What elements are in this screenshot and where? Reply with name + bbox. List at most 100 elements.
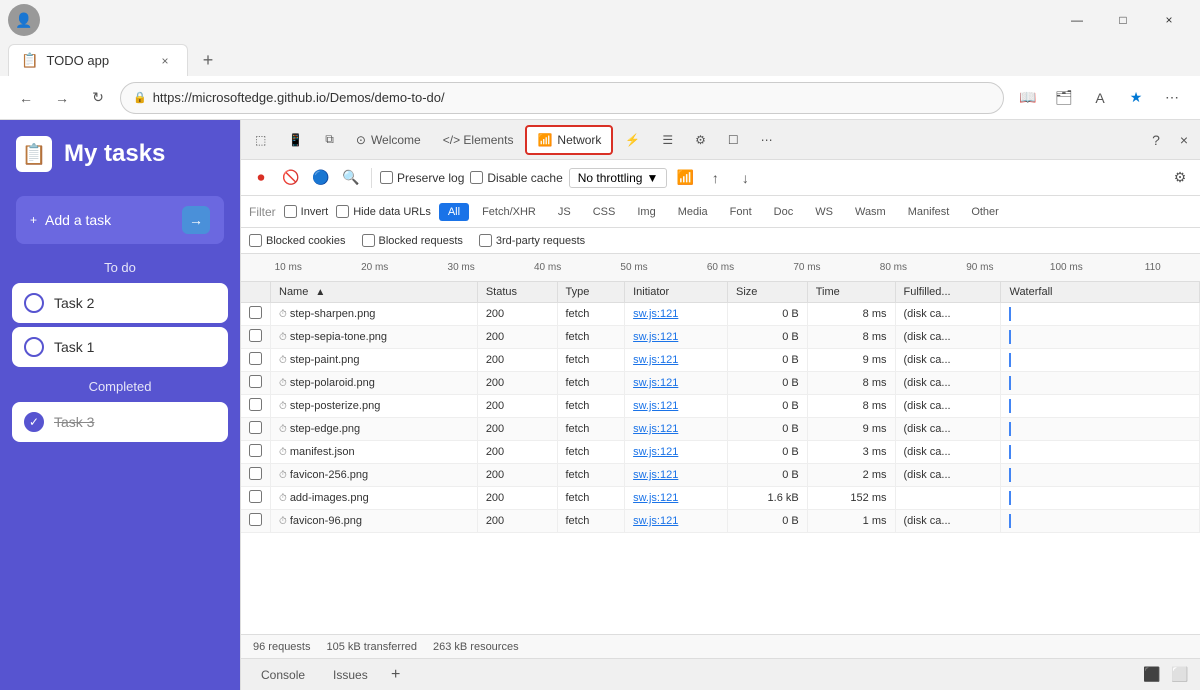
clear-button[interactable]: 🚫 xyxy=(279,166,303,190)
th-status[interactable]: Status xyxy=(477,282,557,303)
blocked-cookies-checkbox[interactable]: Blocked cookies xyxy=(249,234,346,247)
tab-inspect[interactable]: ⬚ xyxy=(245,127,276,153)
profile-icon[interactable]: 👤 xyxy=(8,4,40,36)
bottom-tab-issues[interactable]: Issues xyxy=(321,664,380,686)
tab-welcome[interactable]: ⊙ Welcome xyxy=(346,127,431,153)
invert-checkbox[interactable]: Invert xyxy=(284,205,329,218)
table-row[interactable]: ⏱manifest.json 200 fetch sw.js:121 0 B 3… xyxy=(241,441,1200,464)
bottom-tab-console[interactable]: Console xyxy=(249,664,317,686)
table-row[interactable]: ⏱step-sepia-tone.png 200 fetch sw.js:121… xyxy=(241,326,1200,349)
network-table[interactable]: Name ▲ Status Type Initiator Size Time F… xyxy=(241,282,1200,634)
filter-tag-media[interactable]: Media xyxy=(669,203,717,221)
hide-data-urls-input[interactable] xyxy=(336,205,349,218)
minimize-button[interactable]: — xyxy=(1054,4,1100,36)
cell-initiator[interactable]: sw.js:121 xyxy=(625,418,728,441)
collections-button[interactable]: 🗂 xyxy=(1048,82,1080,114)
cell-check[interactable] xyxy=(241,349,271,372)
favorites-button[interactable]: ★ xyxy=(1120,82,1152,114)
refresh-button[interactable]: ↻ xyxy=(84,84,112,112)
blocked-requests-checkbox[interactable]: Blocked requests xyxy=(362,234,463,247)
task-item-task1[interactable]: Task 1 xyxy=(12,327,228,367)
filter-tag-all[interactable]: All xyxy=(439,203,469,221)
tab-elements[interactable]: </> Elements xyxy=(433,127,524,153)
record-button[interactable]: ⏺ xyxy=(249,166,273,190)
dock-button[interactable]: ⬛ xyxy=(1140,663,1164,687)
task-item-task2[interactable]: Task 2 xyxy=(12,283,228,323)
table-row[interactable]: ⏱step-polaroid.png 200 fetch sw.js:121 0… xyxy=(241,372,1200,395)
invert-input[interactable] xyxy=(284,205,297,218)
cell-initiator[interactable]: sw.js:121 xyxy=(625,372,728,395)
add-task-button[interactable]: + Add a task → xyxy=(16,196,224,244)
devtools-help-button[interactable]: ? xyxy=(1144,128,1168,152)
forward-button[interactable]: → xyxy=(48,84,76,112)
cell-initiator[interactable]: sw.js:121 xyxy=(625,441,728,464)
third-party-checkbox[interactable]: 3rd-party requests xyxy=(479,234,585,247)
th-waterfall[interactable]: Waterfall xyxy=(1001,282,1200,303)
filter-tag-font[interactable]: Font xyxy=(721,203,761,221)
tab-more[interactable]: ⋯ xyxy=(751,127,783,153)
cell-initiator[interactable]: sw.js:121 xyxy=(625,464,728,487)
tab-device[interactable]: 📱 xyxy=(278,127,313,153)
cell-initiator[interactable]: sw.js:121 xyxy=(625,303,728,326)
undock-button[interactable]: ⬜ xyxy=(1168,663,1192,687)
filter-tag-doc[interactable]: Doc xyxy=(765,203,803,221)
back-button[interactable]: ← xyxy=(12,84,40,112)
maximize-button[interactable]: □ xyxy=(1100,4,1146,36)
read-mode-button[interactable]: 📖 xyxy=(1012,82,1044,114)
filter-tag-fetch[interactable]: Fetch/XHR xyxy=(473,203,545,221)
search-button[interactable]: 🔍 xyxy=(339,166,363,190)
filter-tag-other[interactable]: Other xyxy=(962,203,1008,221)
th-size[interactable]: Size xyxy=(728,282,808,303)
font-button[interactable]: A xyxy=(1084,82,1116,114)
disable-cache-input[interactable] xyxy=(470,171,483,184)
table-row[interactable]: ⏱step-paint.png 200 fetch sw.js:121 0 B … xyxy=(241,349,1200,372)
tab-network[interactable]: 📶 Network xyxy=(525,125,613,155)
th-type[interactable]: Type xyxy=(557,282,625,303)
cell-check[interactable] xyxy=(241,395,271,418)
filter-tag-wasm[interactable]: Wasm xyxy=(846,203,895,221)
cell-initiator[interactable]: sw.js:121 xyxy=(625,395,728,418)
filter-tag-ws[interactable]: WS xyxy=(806,203,842,221)
cell-check[interactable] xyxy=(241,487,271,510)
table-row[interactable]: ⏱step-posterize.png 200 fetch sw.js:121 … xyxy=(241,395,1200,418)
table-row[interactable]: ⏱favicon-256.png 200 fetch sw.js:121 0 B… xyxy=(241,464,1200,487)
filter-tag-js[interactable]: JS xyxy=(549,203,580,221)
cell-check[interactable] xyxy=(241,510,271,533)
preserve-log-checkbox[interactable]: Preserve log xyxy=(380,171,464,185)
table-row[interactable]: ⏱favicon-96.png 200 fetch sw.js:121 0 B … xyxy=(241,510,1200,533)
tab-performance[interactable]: ⚡ xyxy=(615,127,650,153)
tab-memory[interactable]: ☰ xyxy=(652,127,683,153)
cell-check[interactable] xyxy=(241,326,271,349)
cell-initiator[interactable]: sw.js:121 xyxy=(625,349,728,372)
add-bottom-tab-button[interactable]: + xyxy=(384,663,408,687)
download-icon[interactable]: ↓ xyxy=(733,166,757,190)
tab-application[interactable]: ⚙ xyxy=(685,127,716,153)
tab-close-button[interactable]: × xyxy=(155,51,175,71)
wifi-icon[interactable]: 📶 xyxy=(673,166,697,190)
tab-layers[interactable]: ⧉ xyxy=(315,126,344,153)
th-fulfilled[interactable]: Fulfilled... xyxy=(895,282,1001,303)
filter-requests-button[interactable]: 🔵 xyxy=(309,166,333,190)
blocked-requests-input[interactable] xyxy=(362,234,375,247)
filter-tag-manifest[interactable]: Manifest xyxy=(899,203,959,221)
table-row[interactable]: ⏱step-sharpen.png 200 fetch sw.js:121 0 … xyxy=(241,303,1200,326)
cell-check[interactable] xyxy=(241,441,271,464)
cell-check[interactable] xyxy=(241,372,271,395)
blocked-cookies-input[interactable] xyxy=(249,234,262,247)
new-tab-button[interactable]: + xyxy=(192,44,224,76)
cell-check[interactable] xyxy=(241,418,271,441)
tab-security[interactable]: ☐ xyxy=(718,127,749,153)
disable-cache-checkbox[interactable]: Disable cache xyxy=(470,171,562,185)
throttle-select[interactable]: No throttling ▼ xyxy=(569,168,668,188)
cell-check[interactable] xyxy=(241,303,271,326)
hide-data-urls-checkbox[interactable]: Hide data URLs xyxy=(336,205,431,218)
cell-initiator[interactable]: sw.js:121 xyxy=(625,326,728,349)
cell-check[interactable] xyxy=(241,464,271,487)
cell-initiator[interactable]: sw.js:121 xyxy=(625,487,728,510)
more-button[interactable]: ⋯ xyxy=(1156,82,1188,114)
browser-tab[interactable]: 📋 TODO app × xyxy=(8,44,188,76)
table-row[interactable]: ⏱step-edge.png 200 fetch sw.js:121 0 B 9… xyxy=(241,418,1200,441)
th-time[interactable]: Time xyxy=(807,282,895,303)
devtools-close-button[interactable]: × xyxy=(1172,128,1196,152)
network-settings-button[interactable]: ⚙ xyxy=(1168,166,1192,190)
